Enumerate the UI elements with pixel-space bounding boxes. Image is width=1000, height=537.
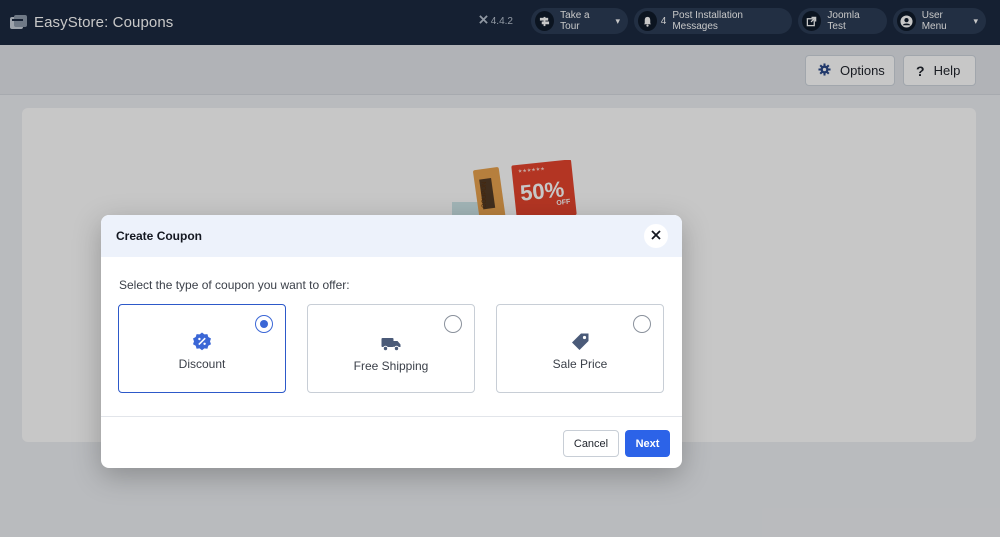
coupon-type-prompt: Select the type of coupon you want to of… [119, 278, 350, 292]
radio-sale-price[interactable] [633, 315, 651, 333]
coupon-type-sale-price[interactable]: Sale Price [496, 304, 664, 393]
option-label-sale-price: Sale Price [552, 357, 608, 371]
radio-discount[interactable] [255, 315, 273, 333]
discount-badge-icon [192, 332, 212, 352]
dialog-footer: Cancel Next [101, 416, 682, 468]
coupon-type-discount[interactable]: Discount [118, 304, 286, 393]
radio-free-shipping[interactable] [444, 315, 462, 333]
next-button[interactable]: Next [625, 430, 670, 457]
tag-icon [570, 332, 590, 352]
coupon-type-free-shipping[interactable]: Free Shipping [307, 304, 475, 393]
dialog-body: Select the type of coupon you want to of… [101, 257, 682, 417]
create-coupon-dialog: Create Coupon Select the type of coupon … [101, 215, 682, 468]
close-icon [651, 227, 661, 245]
cancel-button[interactable]: Cancel [563, 430, 619, 457]
option-label-discount: Discount [178, 357, 226, 371]
close-button[interactable] [644, 224, 668, 248]
dialog-header: Create Coupon [101, 215, 682, 257]
option-label-free-shipping: Free Shipping [353, 359, 429, 373]
truck-icon [381, 334, 401, 354]
dialog-title: Create Coupon [116, 229, 203, 243]
